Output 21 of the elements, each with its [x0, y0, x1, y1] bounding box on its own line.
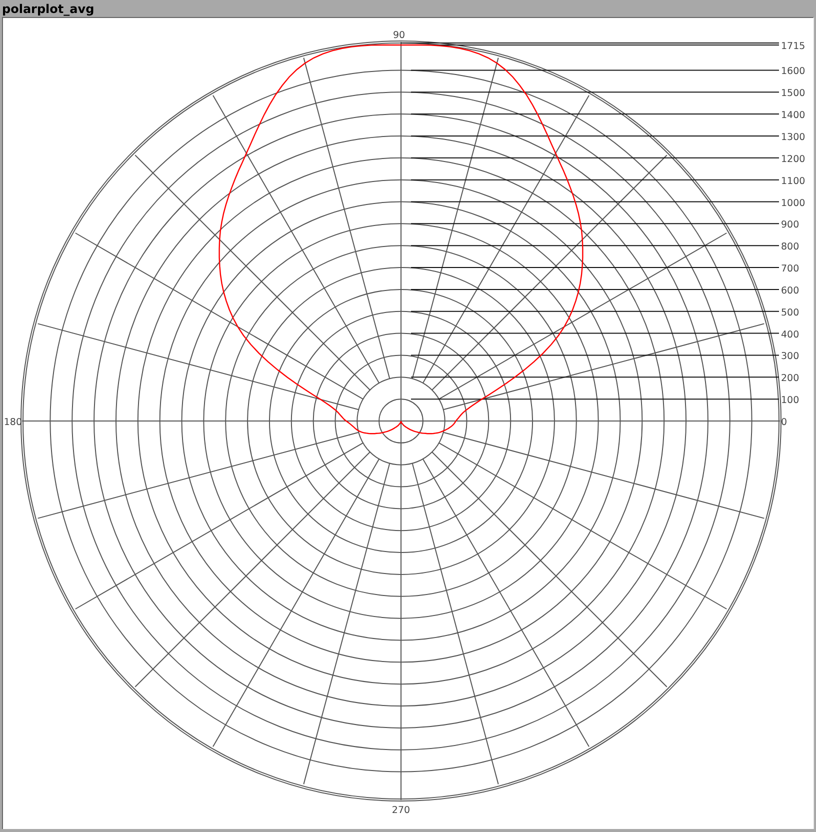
angle-label: 0 — [781, 417, 788, 428]
angle-label: 90 — [392, 30, 406, 41]
radial-tick-label: 500 — [781, 307, 800, 318]
radial-tick-label: 700 — [781, 264, 800, 275]
radial-tick-label: 900 — [781, 220, 800, 231]
radial-tick-label: 1200 — [781, 154, 806, 165]
radial-tick-label: 100 — [781, 395, 800, 406]
angle-label: 270 — [392, 805, 410, 816]
radial-tick-label: 1400 — [781, 110, 806, 122]
radial-tick-label: 1300 — [781, 132, 806, 143]
radial-tick-label: 200 — [781, 373, 800, 384]
radial-tick-label: 300 — [781, 351, 800, 362]
window-title: polarplot_avg — [2, 2, 94, 16]
radial-tick-label: 400 — [781, 329, 800, 340]
radial-tick-label: 1100 — [781, 176, 806, 187]
radial-tick-label: 1715 — [781, 41, 806, 52]
radial-tick-label: 1000 — [781, 198, 806, 209]
radial-tick-label: 1600 — [781, 66, 806, 78]
radial-tick-label: 800 — [781, 242, 800, 253]
radial-tick-label: 600 — [781, 285, 800, 296]
radial-tick-label: 1500 — [781, 88, 806, 100]
